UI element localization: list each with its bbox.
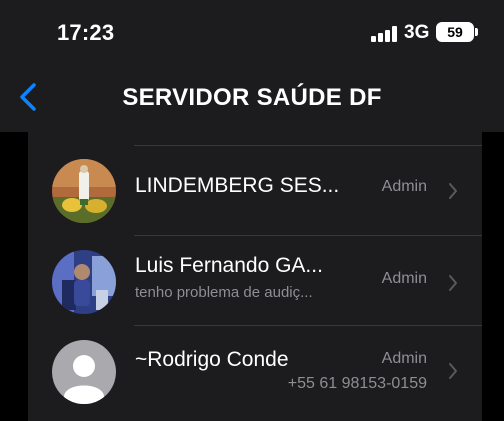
battery-tip: [475, 28, 478, 36]
navigation-bar: SERVIDOR SAÚDE DF: [0, 66, 504, 132]
battery-level: 59: [447, 24, 463, 40]
participants-card: LINDEMBERG SES... Admin Luis Fernando GA…: [28, 132, 482, 421]
page-title: SERVIDOR SAÚDE DF: [122, 84, 382, 111]
admin-badge: Admin: [381, 350, 427, 367]
chevron-right-icon: [449, 183, 457, 199]
chevron-right-icon: [449, 275, 457, 291]
participant-phone: +55 61 98153-0159: [287, 375, 427, 392]
participant-row[interactable]: ~Rodrigo Conde Admin +55 61 98153-0159: [28, 326, 482, 416]
participant-row[interactable]: Luis Fernando GA... tenho problema de au…: [28, 236, 482, 326]
avatar: [52, 250, 116, 314]
network-type: 3G: [404, 22, 430, 43]
chevron-right-icon: [449, 363, 457, 379]
participant-name: LINDEMBERG SES...: [135, 174, 340, 197]
participant-row[interactable]: LINDEMBERG SES... Admin: [28, 146, 482, 236]
participants-list: LINDEMBERG SES... Admin Luis Fernando GA…: [0, 132, 504, 421]
admin-badge: Admin: [381, 270, 427, 287]
admin-badge: Admin: [381, 178, 427, 195]
cellular-signal-icon: [371, 26, 399, 42]
participant-name: ~Rodrigo Conde: [135, 348, 289, 371]
participant-name: Luis Fernando GA...: [135, 254, 323, 277]
avatar: [52, 159, 116, 223]
status-bar: 17:23 3G 59: [0, 0, 504, 66]
default-avatar-icon: [52, 340, 116, 404]
battery-icon: 59: [436, 22, 474, 42]
status-time: 17:23: [57, 20, 115, 45]
participant-status: tenho problema de audiç...: [135, 284, 313, 301]
